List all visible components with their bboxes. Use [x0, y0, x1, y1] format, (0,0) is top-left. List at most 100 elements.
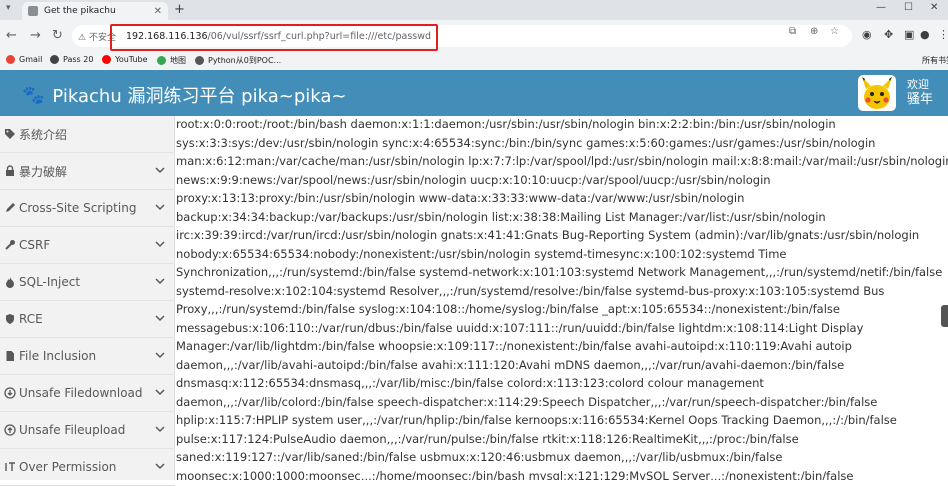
output-line: root:x:0:0:root:/root:/bin/bash daemon:x… [176, 117, 836, 131]
sidebar-item-label: CSRF [19, 238, 51, 252]
output-line: daemon,,,:/var/lib/colord:/bin/false spe… [176, 394, 878, 409]
url-highlight-box [110, 24, 438, 51]
sidebar-item-label: Over Permission [19, 460, 117, 474]
close-tab-icon[interactable]: ✕ [154, 6, 162, 17]
bookmark-icon [195, 56, 204, 65]
extension-icon[interactable]: ◉ [862, 28, 872, 41]
output-line: messagebus:x:106:110::/var/run/dbus:/bin… [176, 320, 864, 335]
sidebar-item-label: Unsafe Fileupload [19, 423, 126, 437]
floating-side-tab[interactable] [941, 305, 948, 327]
extensions-puzzle-icon[interactable]: ✥ [884, 28, 893, 41]
sidebar-item-unsafe-download[interactable]: Unsafe Filedownload [0, 375, 175, 412]
all-bookmarks-label: 所有书签 [922, 56, 948, 65]
browser-tabstrip: ▾ Get the pikachu ✕ + — ☐ ✕ [0, 0, 948, 20]
sidebar-item-label: Cross-Site Scripting [19, 201, 137, 215]
zoom-icon[interactable]: ⊕ [810, 26, 818, 37]
lock-icon [4, 165, 16, 177]
bookmark-label: Pass 20 [63, 55, 94, 64]
sidebar-item-csrf[interactable]: CSRF [0, 227, 175, 264]
bookmark-label: Gmail [19, 55, 43, 64]
output-line: daemon,,,:/var/lib/avahi-autoipd:/bin/fa… [176, 357, 845, 372]
chevron-down-icon [155, 278, 165, 285]
bookmark-python-poc[interactable]: Python从0到POC... [195, 55, 281, 66]
tab-title: Get the pikachu [44, 6, 116, 16]
profile-icon[interactable]: ● [920, 28, 930, 41]
bookmark-star-icon[interactable]: ☆ [830, 26, 839, 37]
close-window-icon[interactable]: ✕ [930, 2, 938, 13]
output-line: Manager:/var/lib/lightdm:/bin/false whoo… [176, 339, 852, 353]
avatar[interactable] [858, 75, 896, 111]
output-line: news:x:9:9:news:/var/spool/news:/usr/sbi… [176, 172, 771, 187]
bookmark-maps[interactable]: 地图 [157, 55, 186, 66]
bookmark-youtube[interactable]: YouTube [102, 55, 148, 64]
output-line: Synchronization,,,:/run/systemd:/bin/fal… [176, 265, 943, 279]
sidebar-item-unsafe-upload[interactable]: Unsafe Fileupload [0, 412, 175, 449]
minimize-icon[interactable]: — [876, 2, 886, 13]
sidebar: 系统介绍 暴力破解 Cross-Site Scripting CSRF SQL-… [0, 116, 175, 486]
maps-icon [157, 56, 166, 65]
tab-search-icon[interactable]: ▾ [6, 3, 16, 15]
file-icon [4, 350, 16, 362]
fire-icon [4, 276, 16, 288]
output-line: hplip:x:115:7:HPLIP system user,,,:/var/… [176, 413, 897, 427]
sidebar-item-xss[interactable]: Cross-Site Scripting [0, 190, 175, 227]
chevron-down-icon [155, 204, 165, 211]
pen-icon [4, 202, 16, 214]
bookmarks-bar: Gmail Pass 20 YouTube 地图 Python从0到POC...… [0, 52, 948, 70]
browser-tab[interactable]: Get the pikachu ✕ [22, 2, 168, 20]
bookmark-pass20[interactable]: Pass 20 [50, 55, 93, 64]
chevron-down-icon [155, 463, 165, 470]
chevron-down-icon [155, 426, 165, 433]
sidebar-item-file-inclusion[interactable]: File Inclusion [0, 338, 175, 375]
paw-icon: 🐾 [22, 84, 45, 106]
youtube-icon [102, 55, 111, 64]
sidebar-item-label: SQL-Inject [19, 275, 81, 289]
upload-icon [4, 424, 16, 436]
tags-icon [4, 128, 16, 140]
chevron-down-icon [155, 315, 165, 322]
back-icon[interactable]: ← [6, 28, 17, 43]
all-bookmarks[interactable]: 所有书签 [922, 55, 948, 66]
output-line: nobody:x:65534:65534:nobody:/nonexistent… [176, 246, 787, 261]
chevron-down-icon [155, 167, 165, 174]
site-header: 🐾 Pikachu 漏洞练习平台 pika~pika~ 欢迎 骚年 [0, 70, 948, 116]
output-line: man:x:6:12:man:/var/cache/man:/usr/sbin/… [176, 154, 948, 168]
sidepanel-icon[interactable]: ▣ [904, 28, 914, 41]
gmail-icon [6, 55, 15, 64]
bookmark-gmail[interactable]: Gmail [6, 55, 42, 64]
shield-icon [4, 313, 16, 325]
output-line: systemd-resolve:x:102:104:systemd Resolv… [176, 283, 885, 298]
output-line: Proxy,,,:/run/systemd:/bin/false syslog:… [176, 302, 840, 316]
sidebar-item-intro[interactable]: 系统介绍 [0, 116, 175, 153]
chevron-down-icon [155, 241, 165, 248]
reload-icon[interactable]: ↻ [52, 28, 63, 43]
sidebar-item-label: 暴力破解 [19, 164, 68, 179]
sidebar-item-sqli[interactable]: SQL-Inject [0, 264, 175, 301]
bookmark-label: YouTube [115, 55, 148, 64]
welcome-line2: 骚年 [907, 92, 934, 107]
maximize-icon[interactable]: ☐ [904, 2, 913, 13]
output-line: saned:x:119:127::/var/lib/saned:/bin/fal… [176, 450, 783, 464]
new-tab-button[interactable]: + [174, 2, 185, 17]
passwd-output: root:x:0:0:root:/root:/bin/bash daemon:x… [176, 116, 948, 480]
output-line: irc:x:39:39:ircd:/var/run/ircd:/usr/sbin… [176, 228, 920, 242]
site-logo[interactable]: 🐾 Pikachu 漏洞练习平台 pika~pika~ [22, 82, 346, 108]
output-line: sys:x:3:3:sys:/dev:/usr/sbin/nologin syn… [176, 135, 876, 150]
bookmark-label: 地图 [170, 56, 186, 65]
text-cursor-icon [4, 461, 16, 473]
forward-icon[interactable]: → [30, 28, 41, 43]
translate-icon[interactable]: ⧉ [789, 26, 796, 37]
menu-icon[interactable]: ⋮ [938, 28, 948, 41]
welcome-user[interactable]: 欢迎 骚年 [907, 77, 933, 107]
chevron-down-icon [155, 389, 165, 396]
sidebar-item-label: Unsafe Filedownload [19, 386, 143, 400]
sidebar-item-label: 系统介绍 [19, 127, 68, 142]
sidebar-item-rce[interactable]: RCE [0, 301, 175, 338]
bookmark-label: Python从0到POC... [208, 56, 282, 65]
sidebar-item-bruteforce[interactable]: 暴力破解 [0, 153, 175, 190]
welcome-line1: 欢迎 [907, 78, 929, 91]
output-line: dnsmasq:x:112:65534:dnsmasq,,,:/var/lib/… [176, 376, 764, 390]
bookmark-icon [50, 55, 59, 64]
sidebar-item-label: RCE [19, 312, 43, 326]
sidebar-item-over-permission[interactable]: Over Permission [0, 449, 175, 486]
